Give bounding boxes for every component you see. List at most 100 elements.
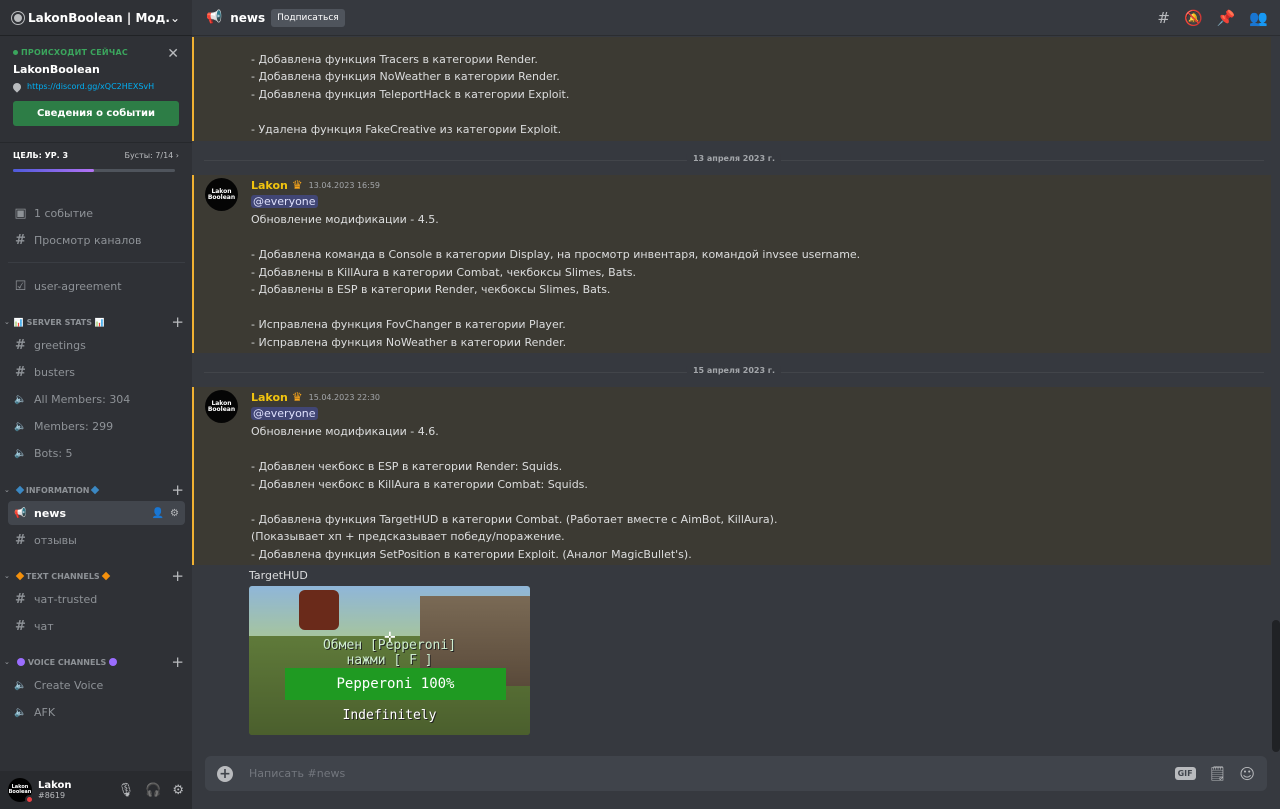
message-line: - Добавлен чекбокс в ESP в категории Ren… — [251, 460, 563, 473]
gif-button[interactable]: GIF — [1174, 767, 1196, 780]
location-icon — [11, 80, 23, 93]
sidebar-item-news[interactable]: 📢 news 👤 ⚙ — [8, 501, 185, 525]
attachment-tree — [299, 590, 339, 630]
announcement-icon: 📢 — [14, 507, 27, 519]
member-list-icon[interactable]: 👥 — [1249, 9, 1268, 27]
category-information[interactable]: ⌄ INFORMATION + — [4, 481, 184, 499]
category-label: 📊 SERVER STATS 📊 — [13, 317, 105, 327]
hud-health-bar: Pepperoni 100% — [285, 668, 506, 700]
add-channel-icon[interactable]: + — [171, 567, 184, 585]
user-tag: #8619 — [38, 791, 66, 800]
sidebar-item-reviews[interactable]: # отзывы — [8, 528, 185, 552]
category-label: TEXT CHANNELS — [25, 571, 100, 581]
sidebar-item-afk[interactable]: 🔈 AFK — [8, 700, 185, 724]
sidebar-item-label: Просмотр каналов — [34, 233, 142, 247]
sidebar-item-all-members[interactable]: 🔈 All Members: 304 — [8, 387, 185, 411]
sidebar-item-label: чат — [34, 619, 54, 633]
sidebar-item-members[interactable]: 🔈 Members: 299 — [8, 414, 185, 438]
date-divider: 13 апреля 2023 г. — [204, 154, 1264, 163]
mention-everyone[interactable]: @everyone — [251, 195, 318, 208]
emoji-icon[interactable]: ☺ — [1239, 765, 1255, 783]
avatar[interactable]: Lakon Boolean — [205, 178, 238, 211]
date-divider-label: 15 апреля 2023 г. — [686, 366, 782, 375]
category-voice-channels[interactable]: ⌄ VOICE CHANNELS + — [4, 653, 184, 671]
message-line: - Исправлена функция NoWeather в категор… — [251, 336, 567, 349]
voice-channel-icon: 🔈 — [14, 393, 27, 405]
follow-button[interactable]: Подписаться — [271, 8, 345, 27]
user-panel: Lakon Boolean Lakon #8619 🎙 🎧 ⚙ — [0, 771, 192, 809]
sidebar-item-greetings[interactable]: # greetings — [8, 333, 185, 357]
close-icon[interactable]: ✕ — [167, 46, 179, 62]
server-name: LakonBoolean | Мод... — [28, 10, 170, 25]
event-link[interactable]: https://discord.gg/xQC2HEXSvH — [27, 82, 154, 91]
event-live-text: ПРОИСХОДИТ СЕЙЧАС — [21, 48, 128, 57]
sidebar-item-chat[interactable]: # чат — [8, 614, 185, 638]
pin-icon[interactable]: 📌 — [1217, 9, 1236, 27]
add-channel-icon[interactable]: + — [171, 653, 184, 671]
message-line: - Добавлены в ESP в категории Render, че… — [251, 283, 611, 296]
avatar[interactable]: Lakon Boolean — [205, 390, 238, 423]
sidebar-item-events[interactable]: ▣ 1 событие — [8, 201, 185, 225]
text-channel-icon: # — [15, 591, 26, 607]
live-dot-icon — [13, 50, 18, 55]
message-header: Lakon ♛ 15.04.2023 22:30 — [251, 390, 380, 404]
message-header: Lakon ♛ 13.04.2023 16:59 — [251, 178, 380, 192]
boost-progress[interactable]: ЦЕЛЬ: УР. 3 Бусты: 7/14 › — [0, 142, 192, 172]
diamond-icon — [91, 485, 100, 495]
threads-icon[interactable]: # — [1157, 9, 1170, 27]
circle-icon — [109, 658, 118, 666]
invite-icon[interactable]: 👤 — [152, 508, 164, 519]
image-attachment[interactable]: ✛ Обмен [Pepperoni] нажми [ F ] Pepperon… — [249, 586, 530, 735]
sticker-icon[interactable]: 🗒 — [1209, 766, 1227, 782]
sidebar-item-label: отзывы — [34, 533, 77, 547]
category-server-stats[interactable]: ⌄ 📊 SERVER STATS 📊 + — [4, 313, 184, 331]
boost-bar-fill — [13, 169, 94, 172]
message-line: - Добавлена функция Tracers в категории … — [251, 53, 538, 66]
sidebar-item-create-voice[interactable]: 🔈 Create Voice — [8, 673, 185, 697]
message-line: - Исправлена функция FovChanger в катего… — [251, 318, 566, 331]
mention-everyone[interactable]: @everyone — [251, 407, 318, 420]
sidebar-item-label: user-agreement — [34, 279, 122, 293]
sidebar-item-browse-channels[interactable]: # Просмотр каналов — [8, 228, 185, 252]
chat-area: 📢 news Подписаться # 🔕 📌 👥 - Добавлена ф… — [192, 0, 1280, 809]
headphones-icon[interactable]: 🎧 — [145, 783, 161, 798]
boost-count[interactable]: Бусты: 7/14 › — [124, 151, 179, 160]
circle-icon — [16, 658, 25, 666]
chevron-down-icon: ⌄ — [4, 318, 10, 326]
sidebar-item-user-agreement[interactable]: ☑ user-agreement — [8, 274, 185, 298]
add-attachment-icon[interactable]: + — [217, 765, 233, 782]
microphone-icon[interactable]: 🎙 — [118, 783, 135, 798]
message-line: - Добавлена команда в Console в категори… — [251, 248, 861, 261]
browse-channels-icon: # — [15, 232, 26, 248]
scrollbar[interactable] — [1272, 620, 1280, 752]
message-input[interactable]: Написать #news — [249, 767, 1175, 780]
add-channel-icon[interactable]: + — [171, 481, 184, 499]
sidebar-item-label: Create Voice — [34, 678, 104, 692]
channel-header: 📢 news Подписаться # 🔕 📌 👥 — [192, 0, 1280, 36]
message-line: (Показывает хп + предсказывает победу/по… — [251, 530, 565, 543]
sidebar-item-busters[interactable]: # busters — [8, 360, 185, 384]
event-details-button[interactable]: Сведения о событии — [13, 101, 179, 126]
event-card: ПРОИСХОДИТ СЕЙЧАС ✕ LakonBoolean https:/… — [0, 36, 192, 134]
gear-icon[interactable]: ⚙ — [172, 783, 184, 798]
sidebar-item-chat-trusted[interactable]: # чат-trusted — [8, 587, 185, 611]
crown-icon: ♛ — [291, 178, 303, 192]
voice-channel-icon: 🔈 — [14, 679, 27, 691]
mute-bell-icon[interactable]: 🔕 — [1184, 9, 1203, 27]
message-line: Обновление модификации - 4.5. — [251, 213, 439, 226]
message-composer[interactable]: + Написать #news GIF 🗒 ☺ — [205, 756, 1267, 791]
avatar[interactable]: Lakon Boolean — [8, 778, 34, 804]
server-header[interactable]: LakonBoolean | Мод... ⌄ — [0, 0, 192, 36]
add-channel-icon[interactable]: + — [171, 313, 184, 331]
hud-status-text: Indefinitely — [342, 708, 437, 723]
gear-icon[interactable]: ⚙ — [170, 508, 179, 519]
sidebar-item-bots[interactable]: 🔈 Bots: 5 — [8, 441, 185, 465]
message-author[interactable]: Lakon — [251, 179, 288, 192]
chevron-down-icon[interactable]: ⌄ — [170, 11, 180, 25]
text-channel-icon: # — [15, 364, 26, 380]
message-line: Обновление модификации - 4.6. — [251, 425, 439, 438]
user-info[interactable]: Lakon #8619 — [38, 780, 118, 800]
message-author[interactable]: Lakon — [251, 391, 288, 404]
category-text-channels[interactable]: ⌄ TEXT CHANNELS + — [4, 567, 184, 585]
calendar-icon: ▣ — [14, 205, 27, 221]
